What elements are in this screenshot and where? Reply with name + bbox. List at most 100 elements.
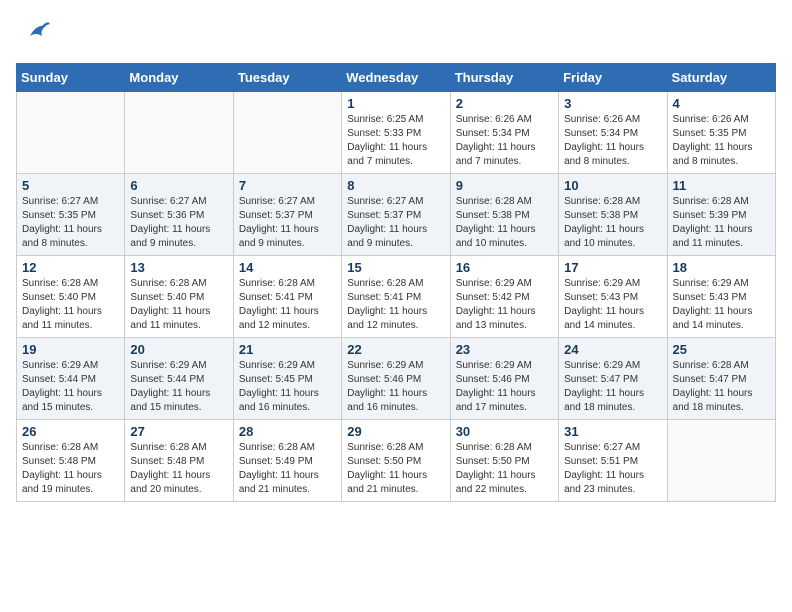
day-number: 4	[673, 96, 770, 111]
calendar-week-row: 26 Sunrise: 6:28 AMSunset: 5:48 PMDayligh…	[17, 420, 776, 502]
day-info: Sunrise: 6:27 AMSunset: 5:35 PMDaylight:…	[22, 195, 119, 251]
day-number: 7	[239, 178, 336, 193]
day-number: 17	[564, 260, 661, 275]
day-number: 1	[347, 96, 444, 111]
weekday-header: Friday	[559, 64, 667, 92]
day-info: Sunrise: 6:28 AMSunset: 5:38 PMDaylight:…	[456, 195, 553, 251]
calendar-cell: 26 Sunrise: 6:28 AMSunset: 5:48 PMDayligh…	[17, 420, 125, 502]
day-number: 19	[22, 342, 119, 357]
day-number: 20	[130, 342, 227, 357]
day-number: 21	[239, 342, 336, 357]
calendar-cell: 7 Sunrise: 6:27 AMSunset: 5:37 PMDaylight…	[233, 174, 341, 256]
calendar-cell: 15 Sunrise: 6:28 AMSunset: 5:41 PMDayligh…	[342, 256, 450, 338]
calendar-cell: 1 Sunrise: 6:25 AMSunset: 5:33 PMDaylight…	[342, 92, 450, 174]
day-number: 18	[673, 260, 770, 275]
day-info: Sunrise: 6:25 AMSunset: 5:33 PMDaylight:…	[347, 113, 444, 169]
weekday-header: Thursday	[450, 64, 558, 92]
day-info: Sunrise: 6:29 AMSunset: 5:43 PMDaylight:…	[673, 277, 770, 333]
calendar-cell: 2Sunrise: 6:26 AMSunset: 5:34 PMDaylight…	[450, 92, 558, 174]
day-number: 26	[22, 424, 119, 439]
day-info: Sunrise: 6:28 AMSunset: 5:39 PMDaylight:…	[673, 195, 770, 251]
day-number: 24	[564, 342, 661, 357]
day-number: 28	[239, 424, 336, 439]
day-number: 27	[130, 424, 227, 439]
calendar-cell: 22Sunrise: 6:29 AMSunset: 5:46 PMDayligh…	[342, 338, 450, 420]
day-number: 12	[22, 260, 119, 275]
calendar-header-row: SundayMondayTuesdayWednesdayThursdayFrid…	[17, 64, 776, 92]
calendar-cell: 14 Sunrise: 6:28 AMSunset: 5:41 PMDayligh…	[233, 256, 341, 338]
day-number: 29	[347, 424, 444, 439]
day-info: Sunrise: 6:27 AMSunset: 5:37 PMDaylight:…	[239, 195, 336, 251]
calendar-cell: 13 Sunrise: 6:28 AMSunset: 5:40 PMDayligh…	[125, 256, 233, 338]
calendar-cell: 12Sunrise: 6:28 AMSunset: 5:40 PMDayligh…	[17, 256, 125, 338]
day-info: Sunrise: 6:28 AMSunset: 5:49 PMDaylight:…	[239, 441, 336, 497]
day-number: 13	[130, 260, 227, 275]
day-info: Sunrise: 6:29 AMSunset: 5:46 PMDaylight:…	[456, 359, 553, 415]
calendar-cell: 31 Sunrise: 6:27 AMSunset: 5:51 PMDayligh…	[559, 420, 667, 502]
day-number: 16	[456, 260, 553, 275]
day-number: 22	[347, 342, 444, 357]
day-info: Sunrise: 6:27 AMSunset: 5:36 PMDaylight:…	[130, 195, 227, 251]
day-info: Sunrise: 6:28 AMSunset: 5:38 PMDaylight:…	[564, 195, 661, 251]
day-info: Sunrise: 6:29 AMSunset: 5:45 PMDaylight:…	[239, 359, 336, 415]
day-number: 10	[564, 178, 661, 193]
day-number: 23	[456, 342, 553, 357]
calendar-cell	[17, 92, 125, 174]
calendar-cell	[667, 420, 775, 502]
day-number: 11	[673, 178, 770, 193]
day-info: Sunrise: 6:29 AMSunset: 5:44 PMDaylight:…	[130, 359, 227, 415]
calendar-cell: 29 Sunrise: 6:28 AMSunset: 5:50 PMDayligh…	[342, 420, 450, 502]
day-info: Sunrise: 6:29 AMSunset: 5:44 PMDaylight:…	[22, 359, 119, 415]
day-number: 6	[130, 178, 227, 193]
calendar-cell: 25Sunrise: 6:28 AMSunset: 5:47 PMDayligh…	[667, 338, 775, 420]
calendar-cell: 28 Sunrise: 6:28 AMSunset: 5:49 PMDayligh…	[233, 420, 341, 502]
calendar-cell: 16 Sunrise: 6:29 AMSunset: 5:42 PMDayligh…	[450, 256, 558, 338]
calendar-cell: 9 Sunrise: 6:28 AMSunset: 5:38 PMDaylight…	[450, 174, 558, 256]
day-info: Sunrise: 6:26 AMSunset: 5:34 PMDaylight:…	[564, 113, 661, 169]
day-number: 2	[456, 96, 553, 111]
day-number: 3	[564, 96, 661, 111]
calendar-cell: 20 Sunrise: 6:29 AMSunset: 5:44 PMDayligh…	[125, 338, 233, 420]
day-info: Sunrise: 6:28 AMSunset: 5:40 PMDaylight:…	[130, 277, 227, 333]
day-number: 9	[456, 178, 553, 193]
calendar-cell: 10 Sunrise: 6:28 AMSunset: 5:38 PMDayligh…	[559, 174, 667, 256]
day-info: Sunrise: 6:29 AMSunset: 5:42 PMDaylight:…	[456, 277, 553, 333]
day-info: Sunrise: 6:28 AMSunset: 5:41 PMDaylight:…	[239, 277, 336, 333]
calendar-cell: 5 Sunrise: 6:27 AMSunset: 5:35 PMDaylight…	[17, 174, 125, 256]
weekday-header: Saturday	[667, 64, 775, 92]
calendar-cell: 21 Sunrise: 6:29 AMSunset: 5:45 PMDayligh…	[233, 338, 341, 420]
day-number: 31	[564, 424, 661, 439]
weekday-header: Sunday	[17, 64, 125, 92]
calendar-cell: 3 Sunrise: 6:26 AMSunset: 5:34 PMDaylight…	[559, 92, 667, 174]
day-info: Sunrise: 6:28 AMSunset: 5:41 PMDaylight:…	[347, 277, 444, 333]
calendar-cell: 18 Sunrise: 6:29 AMSunset: 5:43 PMDayligh…	[667, 256, 775, 338]
calendar-cell	[125, 92, 233, 174]
calendar-cell	[233, 92, 341, 174]
calendar-cell: 23 Sunrise: 6:29 AMSunset: 5:46 PMDayligh…	[450, 338, 558, 420]
day-number: 30	[456, 424, 553, 439]
calendar-cell: 27Sunrise: 6:28 AMSunset: 5:48 PMDayligh…	[125, 420, 233, 502]
day-info: Sunrise: 6:28 AMSunset: 5:50 PMDaylight:…	[347, 441, 444, 497]
day-number: 5	[22, 178, 119, 193]
day-number: 14	[239, 260, 336, 275]
weekday-header: Monday	[125, 64, 233, 92]
calendar-cell: 11 Sunrise: 6:28 AMSunset: 5:39 PMDayligh…	[667, 174, 775, 256]
day-info: Sunrise: 6:29 AMSunset: 5:47 PMDaylight:…	[564, 359, 661, 415]
calendar-table: SundayMondayTuesdayWednesdayThursdayFrid…	[16, 63, 776, 502]
logo	[16, 16, 52, 51]
day-info: Sunrise: 6:29 AMSunset: 5:43 PMDaylight:…	[564, 277, 661, 333]
calendar-cell: 17 Sunrise: 6:29 AMSunset: 5:43 PMDayligh…	[559, 256, 667, 338]
calendar-week-row: 1 Sunrise: 6:25 AMSunset: 5:33 PMDaylight…	[17, 92, 776, 174]
day-info: Sunrise: 6:27 AMSunset: 5:37 PMDaylight:…	[347, 195, 444, 251]
day-info: Sunrise: 6:27 AMSunset: 5:51 PMDaylight:…	[564, 441, 661, 497]
day-info: Sunrise: 6:28 AMSunset: 5:48 PMDaylight:…	[22, 441, 119, 497]
day-info: Sunrise: 6:28 AMSunset: 5:50 PMDaylight:…	[456, 441, 553, 497]
calendar-cell: 24 Sunrise: 6:29 AMSunset: 5:47 PMDayligh…	[559, 338, 667, 420]
day-info: Sunrise: 6:28 AMSunset: 5:47 PMDaylight:…	[673, 359, 770, 415]
calendar-cell: 19 Sunrise: 6:29 AMSunset: 5:44 PMDayligh…	[17, 338, 125, 420]
page-header	[16, 16, 776, 51]
weekday-header: Wednesday	[342, 64, 450, 92]
calendar-cell: 4Sunrise: 6:26 AMSunset: 5:35 PMDaylight…	[667, 92, 775, 174]
day-number: 15	[347, 260, 444, 275]
calendar-week-row: 19 Sunrise: 6:29 AMSunset: 5:44 PMDayligh…	[17, 338, 776, 420]
